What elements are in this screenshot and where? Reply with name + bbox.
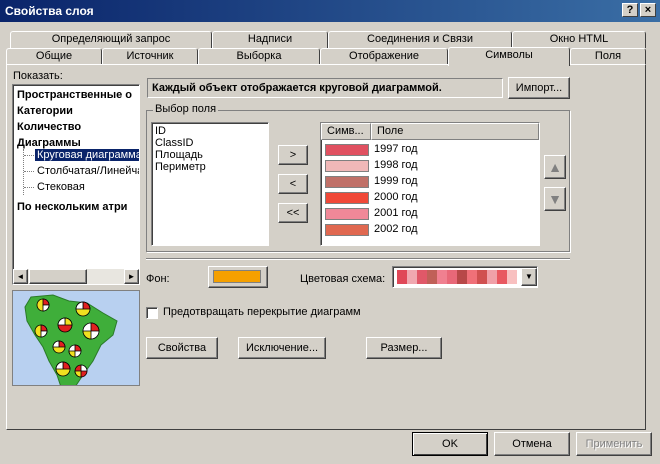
color-ramp (397, 270, 517, 284)
table-row[interactable]: 1998 год (323, 158, 533, 174)
tree-hscrollbar[interactable]: ◄ ► (13, 269, 139, 284)
move-up-arrow-icon[interactable]: ▲ (544, 155, 566, 179)
available-fields-list[interactable]: ID ClassID Площадь Периметр (151, 122, 269, 246)
tree-connector (24, 155, 34, 156)
prevent-overlap-label: Предотвращать перекрытие диаграмм (163, 306, 361, 318)
prevent-overlap-checkbox[interactable] (146, 307, 158, 319)
close-icon[interactable]: × (640, 3, 656, 17)
help-icon[interactable]: ? (622, 3, 638, 17)
tab-labels[interactable]: Надписи (212, 31, 328, 48)
tree-connector (24, 171, 34, 172)
tree-item-categories[interactable]: Категории (17, 105, 73, 117)
exclusion-button[interactable]: Исключение... (238, 337, 326, 359)
row-label: 2000 год (374, 191, 418, 203)
divider (146, 258, 570, 260)
tab-joins-relates[interactable]: Соединения и Связи (328, 31, 512, 48)
row-label: 2001 год (374, 207, 418, 219)
renderer-description: Каждый объект отображается круговой диаг… (147, 78, 503, 98)
table-row[interactable]: 1997 год (323, 142, 533, 158)
background-color-swatch (213, 270, 261, 283)
tab-fields[interactable]: Поля (570, 48, 646, 65)
cancel-button[interactable]: Отмена (494, 432, 570, 456)
move-down-arrow-icon[interactable]: ▼ (544, 187, 566, 211)
list-item[interactable]: Площадь (155, 149, 203, 161)
color-ramp-step (447, 270, 457, 284)
scroll-thumb[interactable] (29, 269, 87, 284)
row-label: 2002 год (374, 223, 418, 235)
field-selection-title: Выбор поля (153, 103, 219, 115)
color-ramp-step (487, 270, 497, 284)
tab-general[interactable]: Общие (6, 48, 102, 65)
table-row[interactable]: 2000 год (323, 190, 533, 206)
color-swatch[interactable] (325, 144, 369, 156)
tab-source[interactable]: Источник (102, 48, 198, 65)
color-swatch[interactable] (325, 224, 369, 236)
import-button[interactable]: Импорт... (508, 77, 570, 99)
window-title: Свойства слоя (5, 4, 94, 18)
add-field-button[interactable]: > (278, 145, 308, 165)
table-row[interactable]: 2001 год (323, 206, 533, 222)
tree-item-single-symbol[interactable]: Пространственные о (17, 89, 132, 101)
apply-button[interactable]: Применить (576, 432, 652, 456)
color-ramp-step (417, 270, 427, 284)
background-label: Фон: (146, 273, 170, 285)
list-item[interactable]: ClassID (155, 137, 194, 149)
size-button[interactable]: Размер... (366, 337, 442, 359)
preview-map (12, 290, 140, 386)
tree-item-bar-column[interactable]: Столбчатая/Линейча (37, 165, 139, 177)
tab-symbology[interactable]: Символы (448, 47, 570, 66)
properties-button[interactable]: Свойства (146, 337, 218, 359)
color-ramp-step (507, 270, 517, 284)
layer-properties-dialog: Свойства слоя ? × Определяющий запрос На… (0, 0, 660, 464)
tab-definition-query[interactable]: Определяющий запрос (10, 31, 212, 48)
tree-item-pie-chart[interactable]: Круговая диаграмма (35, 149, 139, 161)
column-header-symbol[interactable]: Симв... (321, 123, 371, 140)
table-row[interactable]: 1999 год (323, 174, 533, 190)
tab-selection[interactable]: Выборка (198, 48, 320, 65)
scroll-left-icon[interactable]: ◄ (13, 269, 28, 284)
scroll-right-icon[interactable]: ► (124, 269, 139, 284)
color-ramp-step (397, 270, 407, 284)
background-color-button[interactable] (208, 266, 268, 288)
title-bar: Свойства слоя ? × (0, 0, 660, 22)
color-ramp-step (407, 270, 417, 284)
color-ramp-step (427, 270, 437, 284)
renderer-tree[interactable]: Пространственные о Категории Количество … (12, 84, 140, 285)
color-swatch[interactable] (325, 160, 369, 172)
tab-display[interactable]: Отображение (320, 48, 448, 65)
color-swatch[interactable] (325, 192, 369, 204)
color-scheme-label: Цветовая схема: (300, 273, 386, 285)
tree-item-multiple-attributes[interactable]: По нескольким атри (17, 201, 127, 213)
list-item[interactable]: ID (155, 125, 166, 137)
show-label: Показать: (13, 70, 63, 82)
ok-button[interactable]: OK (412, 432, 488, 456)
remove-field-button[interactable]: < (278, 174, 308, 194)
color-ramp-step (497, 270, 507, 284)
tree-connector (24, 187, 34, 188)
color-swatch[interactable] (325, 176, 369, 188)
table-row[interactable]: 2002 год (323, 222, 533, 238)
tree-item-charts[interactable]: Диаграммы (17, 137, 81, 149)
chevron-down-icon[interactable]: ▼ (521, 268, 537, 286)
color-ramp-step (477, 270, 487, 284)
column-header-field[interactable]: Поле (371, 123, 539, 140)
tree-item-stacked[interactable]: Стековая (37, 181, 85, 193)
color-swatch[interactable] (325, 208, 369, 220)
color-ramp-step (457, 270, 467, 284)
color-scheme-dropdown[interactable]: ▼ (392, 266, 538, 288)
color-ramp-step (467, 270, 477, 284)
south-america-map-icon (24, 294, 118, 385)
tab-html-popup[interactable]: Окно HTML (512, 31, 646, 48)
tree-item-quantities[interactable]: Количество (17, 121, 81, 133)
row-label: 1999 год (374, 175, 418, 187)
selected-fields-table[interactable]: Симв... Поле 1997 год 1998 год 1999 год … (320, 122, 540, 246)
row-label: 1997 год (374, 143, 418, 155)
color-ramp-step (437, 270, 447, 284)
list-item[interactable]: Периметр (155, 161, 206, 173)
row-label: 1998 год (374, 159, 418, 171)
remove-all-fields-button[interactable]: << (278, 203, 308, 223)
